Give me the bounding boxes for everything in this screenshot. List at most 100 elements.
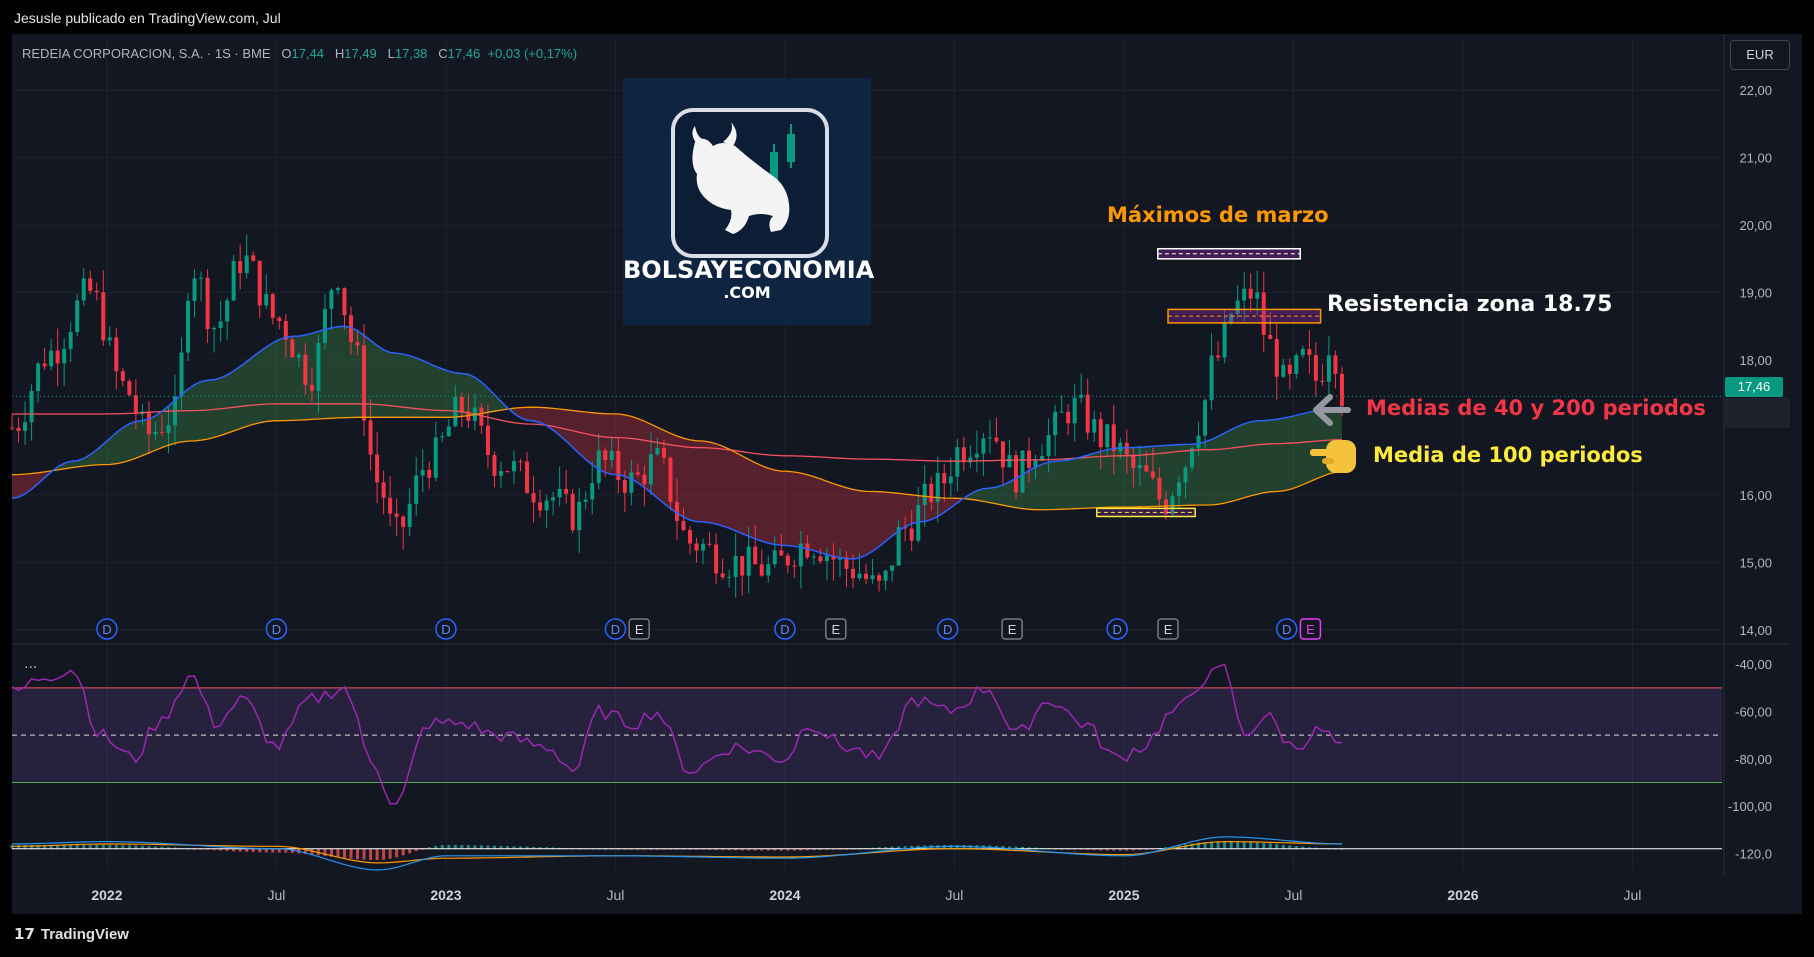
dividend-letter: D [943, 622, 952, 637]
candle-body [688, 530, 693, 544]
macd-hist-bar [1281, 844, 1285, 849]
candle-body [974, 453, 979, 458]
macd-hist-bar [369, 848, 373, 860]
candle-body [922, 483, 927, 506]
macd-hist-bar [1268, 843, 1272, 849]
candle-body [146, 411, 151, 435]
tradingview-logo[interactable]: 17 TradingView [14, 925, 129, 943]
candle-body [427, 469, 432, 478]
candle-body [1092, 419, 1097, 433]
time-tick-label: 2024 [769, 887, 800, 903]
candle-body [446, 426, 451, 437]
candle-body [531, 493, 536, 503]
candle-body [231, 261, 236, 301]
candle-body [629, 472, 634, 493]
macd-hist-bar [75, 844, 79, 849]
candle-body [648, 454, 653, 485]
candle-body [1190, 448, 1195, 468]
candle-body [955, 447, 960, 477]
candle-body [296, 354, 301, 358]
price-tick-label: 22,00 [1739, 83, 1772, 98]
macd-hist-bar [258, 848, 262, 853]
macd-hist-bar [108, 844, 112, 849]
candle-body [779, 550, 784, 556]
candle-body [792, 565, 797, 567]
candle-body [877, 575, 882, 581]
candle-body [362, 345, 367, 421]
candle-body [159, 431, 164, 433]
candle-body [1313, 354, 1318, 381]
candle-body [290, 339, 295, 358]
dividend-marker: D [604, 618, 627, 640]
candle-body [511, 461, 516, 472]
candle-body [153, 431, 158, 435]
ma-cloud-fill [514, 407, 964, 559]
oscillator-menu[interactable]: ... [24, 656, 37, 672]
macd-hist-bar [395, 848, 399, 858]
time-tick-label: Jul [945, 887, 963, 903]
candle-body [1079, 394, 1084, 398]
symbol-legend[interactable]: REDEIA CORPORACION, S.A. · 1S · BME O17,… [22, 46, 577, 61]
macd-hist-bar [362, 848, 366, 860]
candle-body [101, 292, 106, 341]
candle-body [1307, 349, 1312, 355]
label-medias: Medias de 40 y 200 periodos [1366, 396, 1706, 420]
macd-hist-bar [382, 848, 386, 860]
price-tick-label: 21,00 [1739, 151, 1772, 166]
macd-hist-bar [1236, 841, 1240, 849]
candle-body [1203, 400, 1208, 436]
macd-hist-bar [1249, 842, 1253, 849]
candle-body [394, 513, 399, 517]
candle-body [309, 384, 314, 391]
candle-body [440, 436, 445, 438]
candle-body [557, 488, 562, 498]
candle-body [55, 350, 60, 364]
candle-body [727, 576, 732, 578]
high-label: H [334, 46, 345, 61]
earnings-letter: E [1306, 622, 1315, 637]
candle-body [1320, 380, 1325, 382]
dividend-marker: D [435, 618, 457, 640]
candle-body [720, 573, 725, 578]
candle-body [544, 500, 549, 511]
candle-body [303, 354, 308, 385]
time-tick-label: Jul [1624, 887, 1642, 903]
brand-sub: .COM [723, 283, 771, 302]
candle-body [277, 317, 282, 322]
event-markers: D D D D D D D DE E E E E [96, 618, 1322, 640]
macd-hist-bar [95, 844, 99, 849]
macd-hist-bar [127, 845, 131, 849]
candle-body [870, 575, 875, 580]
candle-body [948, 476, 953, 484]
currency-button[interactable]: EUR [1730, 40, 1790, 70]
candle-body [492, 455, 497, 476]
candle-body [994, 437, 999, 442]
time-tick-label: Jul [267, 887, 285, 903]
price-tick-label: 18,00 [1739, 353, 1772, 368]
candle-body [596, 450, 601, 484]
candle-body [49, 350, 54, 367]
candle-body [583, 499, 588, 502]
macd-hist-bar [440, 845, 444, 849]
candle-body [551, 497, 556, 501]
candle-body [851, 568, 856, 579]
candle-body [251, 255, 256, 261]
candle-body [10, 427, 14, 429]
candle-body [1000, 441, 1005, 468]
candle-body [342, 288, 347, 316]
candle-body [1137, 465, 1142, 469]
candle-body [1007, 455, 1012, 468]
macd-hist-bar [453, 844, 457, 849]
price-chart[interactable]: D D D D D D D DE E E E E 22,0021,0020,0019,0018,001… [0, 0, 1814, 957]
candle-body [805, 543, 810, 558]
candle-body [635, 472, 640, 475]
candle-body [1300, 349, 1305, 356]
high-value: 17,49 [344, 46, 377, 61]
macd-hist-bar [264, 848, 268, 853]
candle-body [518, 461, 523, 463]
candle-body [238, 261, 243, 274]
osc-tick-label: -60,00 [1735, 705, 1772, 720]
candle-body [1144, 465, 1149, 472]
candle-body [818, 556, 823, 562]
candle-body [766, 564, 771, 576]
